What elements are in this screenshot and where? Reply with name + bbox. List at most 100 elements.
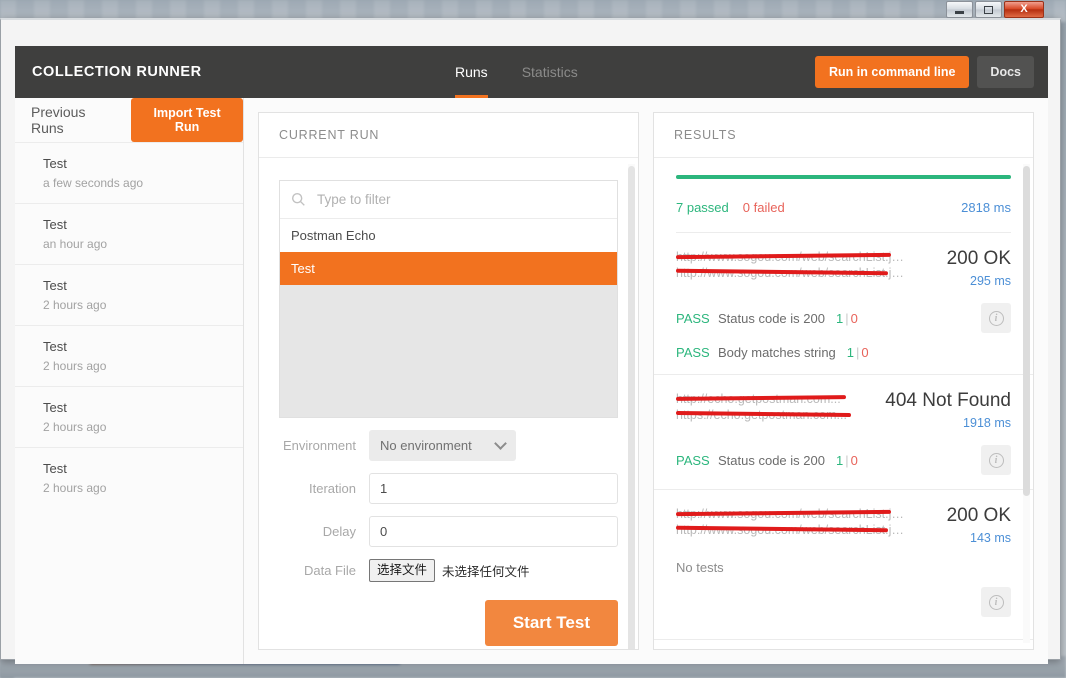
data-file-row: Data File 选择文件 未选择任何文件 (259, 559, 638, 582)
assertion-name: Body matches string (718, 345, 836, 360)
start-test-button[interactable]: Start Test (484, 600, 618, 646)
delay-row: Delay (259, 516, 638, 547)
iteration-control (369, 473, 618, 504)
current-run-scrollbar-thumb[interactable] (628, 166, 635, 649)
tab-statistics[interactable]: Statistics (522, 46, 578, 98)
run-in-command-line-button[interactable]: Run in command line (815, 56, 970, 88)
sidebar-run-item[interactable]: Test 2 hours ago (15, 447, 243, 508)
assertion-counts: 1 | 0 (847, 345, 869, 360)
collection-item-postman-echo[interactable]: Postman Echo (280, 219, 617, 252)
assertion-count-divider: | (845, 452, 849, 468)
run-item-name: Test (43, 278, 67, 293)
data-file-control: 选择文件 未选择任何文件 (369, 559, 618, 582)
data-file-label: Data File (303, 563, 356, 578)
info-button[interactable]: i (981, 587, 1011, 617)
failed-count: 0 failed (742, 200, 785, 215)
current-run-body: Postman Echo Test Environment No environ… (259, 158, 638, 649)
environment-control: No environment (369, 430, 618, 461)
progress-track (676, 175, 1011, 179)
window-controls: X (946, 1, 1044, 18)
total-time: 2818 ms (961, 200, 1011, 215)
app-body: Previous Runs Import Test Run Test a few… (15, 98, 1048, 664)
run-item-name: Test (43, 339, 67, 354)
assertion-pass-count: 1 (835, 310, 844, 326)
panels-container: CURRENT RUN Postman Echo (244, 98, 1048, 664)
maximize-button[interactable] (975, 1, 1002, 18)
tab-runs[interactable]: Runs (455, 46, 488, 98)
delay-control (369, 516, 618, 547)
result-head: http://www.sogou.com/web/searchList.jsp.… (676, 504, 1011, 548)
close-button[interactable]: X (1004, 1, 1044, 18)
maximize-icon (984, 5, 993, 14)
environment-selected-value: No environment (380, 438, 472, 453)
info-icon: i (988, 594, 1004, 610)
delay-input[interactable] (369, 516, 618, 547)
run-item-name: Test (43, 156, 67, 171)
nav-tabs: Runs Statistics (455, 46, 578, 98)
assertion-fail-count: 0 (861, 345, 869, 360)
minimize-button[interactable] (946, 1, 973, 18)
assertion-pass-count: 1 (835, 452, 844, 468)
assertion-row: PASS Body matches string 1 | 0 (676, 345, 1011, 360)
sidebar-run-item[interactable]: Test 2 hours ago (15, 264, 243, 325)
result-head: http://www.sogou.com/web/searchList.jsp.… (676, 247, 1011, 291)
collection-picker: Postman Echo Test (279, 180, 618, 418)
result-block: http://www.sogou.com/web/searchList.jsp.… (654, 490, 1033, 640)
sidebar-run-item[interactable]: Test a few seconds ago (15, 142, 243, 203)
choose-file-button[interactable]: 选择文件 (369, 559, 436, 582)
environment-select[interactable]: No environment (369, 430, 516, 461)
search-input[interactable] (315, 185, 617, 214)
status-code: 404 Not Found (885, 390, 1011, 411)
status-wrap: 200 OK 143 ms (947, 504, 1011, 548)
run-item-time: 2 hours ago (43, 298, 107, 312)
results-scrollbar-thumb[interactable] (1023, 166, 1030, 496)
info-button[interactable]: i (981, 303, 1011, 333)
status-code: 200 OK (946, 505, 1011, 526)
environment-label: Environment (283, 438, 356, 453)
page-title: COLLECTION RUNNER (32, 64, 202, 80)
start-test-row: Start Test (259, 600, 638, 646)
collection-item-test[interactable]: Test (280, 252, 617, 285)
iteration-input[interactable] (369, 473, 618, 504)
tab-statistics-label: Statistics (521, 64, 578, 80)
assertion-result: PASS (676, 345, 710, 360)
iteration-label: Iteration (309, 481, 356, 496)
import-test-run-button[interactable]: Import Test Run (131, 98, 243, 142)
run-item-time: 2 hours ago (43, 420, 107, 434)
minimize-icon (955, 11, 964, 14)
iteration-row: Iteration (259, 473, 638, 504)
assertion-fail-count: 0 (850, 452, 858, 468)
assertion-counts: 1 | 0 (836, 453, 858, 468)
sidebar-run-item[interactable]: Test 2 hours ago (15, 386, 243, 447)
results-body: 7 passed 0 failed 2818 ms http://www.sog… (654, 158, 1033, 649)
current-run-panel: CURRENT RUN Postman Echo (258, 112, 639, 650)
info-button[interactable]: i (981, 445, 1011, 475)
sidebar-run-item[interactable]: Test 2 hours ago (15, 325, 243, 386)
chevron-down-icon (494, 437, 507, 450)
run-item-time: 2 hours ago (43, 481, 107, 495)
result-head: http://echo.getpostman.com... https://ec… (676, 389, 1011, 433)
assertion-row: i (676, 587, 1011, 617)
close-icon: X (1020, 3, 1028, 15)
summary-line: 7 passed 0 failed 2818 ms (676, 200, 1011, 215)
assertion-name: Status code is 200 (718, 310, 825, 326)
sidebar-run-item[interactable]: Test an hour ago (15, 203, 243, 264)
result-block-partial: http://www.sogou.com/web/searchList.jsp.… (654, 640, 1033, 649)
assertion-result: PASS (676, 310, 710, 326)
request-url: http://www.sogou.com/web/searchList.jsp.… (676, 504, 908, 538)
previous-runs-label: Previous Runs (31, 104, 86, 136)
docs-button[interactable]: Docs (977, 56, 1034, 88)
assertion-count-divider: | (845, 310, 849, 326)
filter-row (280, 181, 617, 219)
status-time: 295 ms (970, 274, 1011, 288)
passed-count: 7 passed (676, 200, 729, 215)
window-titlebar[interactable]: X (1, 0, 1062, 20)
application-window: X COLLECTION RUNNER Runs Statistics Run … (0, 1, 1061, 664)
assertion-pass-count: 1 (846, 345, 855, 360)
assertion-result: PASS (676, 452, 710, 468)
assertion-fail-count: 0 (850, 310, 858, 326)
request-url: http://www.sogou.com/web/searchList.jsp.… (676, 247, 908, 281)
